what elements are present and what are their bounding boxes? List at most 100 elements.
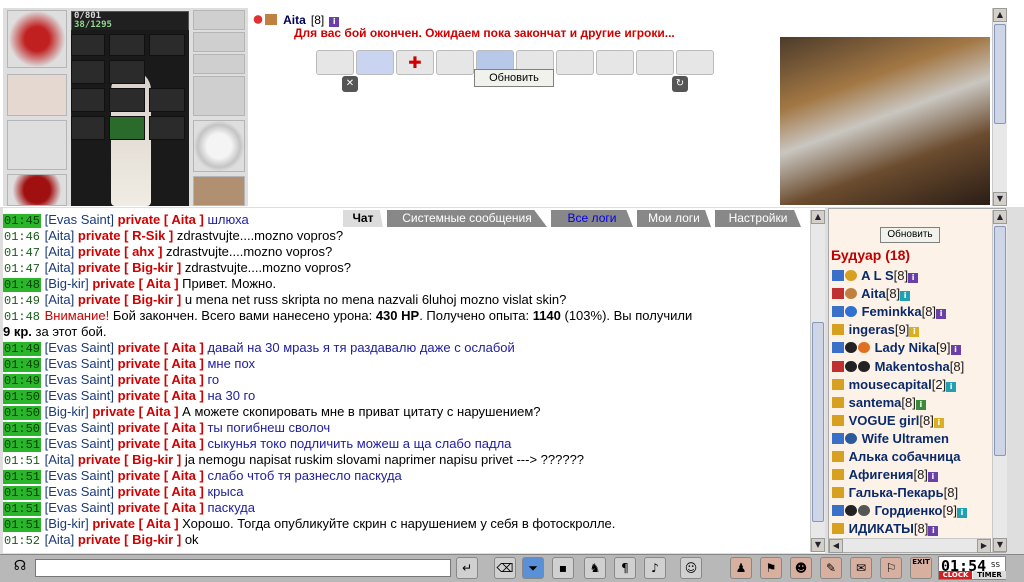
private-message-icon[interactable] — [832, 432, 844, 444]
chat-speaker-icon[interactable]: ☊ — [8, 558, 32, 578]
private-message-icon[interactable] — [832, 324, 844, 336]
message-time[interactable]: 01:46 — [3, 230, 41, 244]
private-recipient[interactable]: private [ Aita ] — [92, 516, 178, 531]
hscroll-left-icon[interactable]: ◀ — [829, 539, 843, 553]
user-name[interactable]: Wife Ultramen — [858, 431, 949, 446]
user-info-icon[interactable]: i — [933, 417, 944, 428]
send-icon[interactable]: ↵ — [456, 557, 478, 579]
private-message-icon[interactable] — [832, 414, 844, 426]
clock-tab[interactable]: CLOCK — [939, 571, 972, 579]
private-recipient[interactable]: private [ Big-kir ] — [78, 532, 181, 547]
private-recipient[interactable]: private [ Big-kir ] — [78, 260, 181, 275]
ring-slot-3[interactable] — [109, 60, 145, 84]
private-recipient[interactable]: private [ Aita ] — [118, 484, 204, 499]
scroll-slot-1[interactable] — [71, 88, 105, 112]
sender-name[interactable]: [Evas Saint] — [45, 340, 114, 355]
sender-name[interactable]: [Aita] — [45, 452, 75, 467]
message-time[interactable]: 01:49 — [3, 374, 42, 388]
user-name[interactable]: VOGUE girl — [845, 413, 920, 428]
private-recipient[interactable]: private [ Aita ] — [118, 420, 204, 435]
sender-name[interactable]: [Big-kir] — [45, 404, 89, 419]
quest-icon[interactable]: ✎ — [820, 557, 842, 579]
scroll-slot-4[interactable] — [71, 116, 105, 140]
private-message-icon[interactable] — [832, 469, 844, 481]
message-time[interactable]: 01:49 — [3, 294, 41, 308]
tab-system-messages[interactable]: Системные сообщения — [387, 210, 547, 227]
skill-left-icon[interactable]: ✕ — [342, 76, 358, 92]
message-time[interactable]: 01:52 — [3, 534, 41, 548]
message-time[interactable]: 01:49 — [3, 358, 42, 372]
user-name[interactable]: Алька собачница — [845, 449, 961, 464]
scroll-slot-5[interactable] — [109, 116, 145, 140]
ring-slot-2[interactable] — [71, 60, 105, 84]
spell-slot-10[interactable] — [676, 50, 714, 75]
user-info-icon[interactable]: i — [936, 309, 947, 320]
user-name[interactable]: Гордиенко — [871, 503, 943, 518]
user-info-icon[interactable]: i — [927, 472, 938, 483]
map-icon[interactable]: ⚑ — [760, 557, 782, 579]
private-recipient[interactable]: private [ Aita ] — [118, 388, 204, 403]
translit-icon[interactable]: ¶ — [614, 557, 636, 579]
rune-slot-1[interactable] — [193, 10, 245, 30]
sender-name[interactable]: [Aita] — [45, 532, 75, 547]
message-time[interactable]: 01:51 — [3, 470, 42, 484]
userlist-scroll-up-icon[interactable]: ▲ — [993, 210, 1007, 224]
user-name[interactable]: Lady Nika — [871, 340, 936, 355]
scroll-up-icon[interactable]: ▲ — [993, 8, 1007, 22]
filter-icon[interactable]: ⏷ — [522, 557, 544, 579]
message-time[interactable]: 01:47 — [3, 262, 41, 276]
private-message-icon[interactable] — [832, 487, 844, 499]
sender-name[interactable]: [Evas Saint] — [45, 388, 114, 403]
private-recipient[interactable]: private [ Aita ] — [118, 436, 204, 451]
chat-input[interactable] — [35, 559, 451, 577]
spell-slot-2[interactable] — [356, 50, 394, 75]
sender-name[interactable]: [Evas Saint] — [45, 420, 114, 435]
private-recipient[interactable]: private [ Aita ] — [118, 468, 204, 483]
private-recipient[interactable]: private [ Aita ] — [118, 500, 204, 515]
private-message-icon[interactable] — [832, 342, 844, 354]
user-info-icon[interactable]: i — [909, 327, 920, 338]
sender-name[interactable]: [Evas Saint] — [45, 484, 114, 499]
bracers-slot[interactable] — [7, 74, 67, 116]
message-time[interactable]: 01:50 — [3, 422, 42, 436]
userlist-refresh-button[interactable]: Обновить — [880, 227, 940, 243]
chat-scroll-thumb[interactable] — [812, 322, 824, 522]
tab-settings[interactable]: Настройки — [715, 210, 801, 227]
user-info-icon[interactable]: i — [956, 508, 967, 519]
userlist-scroll-down-icon[interactable]: ▼ — [993, 538, 1007, 552]
helmet-slot[interactable] — [7, 10, 67, 68]
message-time[interactable]: 01:47 — [3, 246, 41, 260]
private-message-icon[interactable] — [832, 360, 844, 372]
mail-icon[interactable]: ✉ — [850, 557, 872, 579]
rune-slot-2[interactable] — [193, 32, 245, 52]
private-message-icon[interactable] — [832, 523, 844, 535]
user-name[interactable]: ingeras — [845, 322, 895, 337]
private-recipient[interactable]: private [ Aita ] — [92, 404, 178, 419]
private-recipient[interactable]: private [ Aita ] — [118, 340, 204, 355]
user-name[interactable]: Makentosha — [871, 359, 950, 374]
userlist-scrollbar[interactable]: ▲ ▼ — [992, 210, 1007, 552]
spell-slot-9[interactable] — [636, 50, 674, 75]
private-message-icon[interactable] — [832, 378, 844, 390]
shield-slot[interactable] — [193, 120, 245, 172]
scroll-slot-3[interactable] — [149, 88, 185, 112]
user-info-icon[interactable]: i — [950, 345, 961, 356]
scroll-down-icon[interactable]: ▼ — [993, 192, 1007, 206]
sender-name[interactable]: [Evas Saint] — [45, 212, 114, 227]
tab-my-logs[interactable]: Мои логи — [637, 210, 711, 227]
exit-button[interactable]: EXIT — [910, 557, 932, 579]
sender-name[interactable]: [Aita] — [45, 292, 75, 307]
sender-name[interactable]: [Big-kir] — [45, 276, 89, 291]
private-message-icon[interactable] — [832, 270, 844, 281]
scroll-slot-6[interactable] — [149, 116, 185, 140]
message-time[interactable]: 01:51 — [3, 486, 42, 500]
eraser-icon[interactable]: ⌫ — [494, 557, 516, 579]
sender-name[interactable]: [Aita] — [45, 228, 75, 243]
rune-slot-3[interactable] — [193, 54, 245, 74]
smiley-icon[interactable]: ☺ — [680, 557, 702, 579]
chat-scroll-down-icon[interactable]: ▼ — [811, 538, 825, 552]
chat-scroll-up-icon[interactable]: ▲ — [811, 210, 825, 224]
sender-name[interactable]: [Aita] — [45, 260, 75, 275]
inventory-icon[interactable]: ♟ — [730, 557, 752, 579]
private-recipient[interactable]: private [ ahx ] — [78, 244, 163, 259]
